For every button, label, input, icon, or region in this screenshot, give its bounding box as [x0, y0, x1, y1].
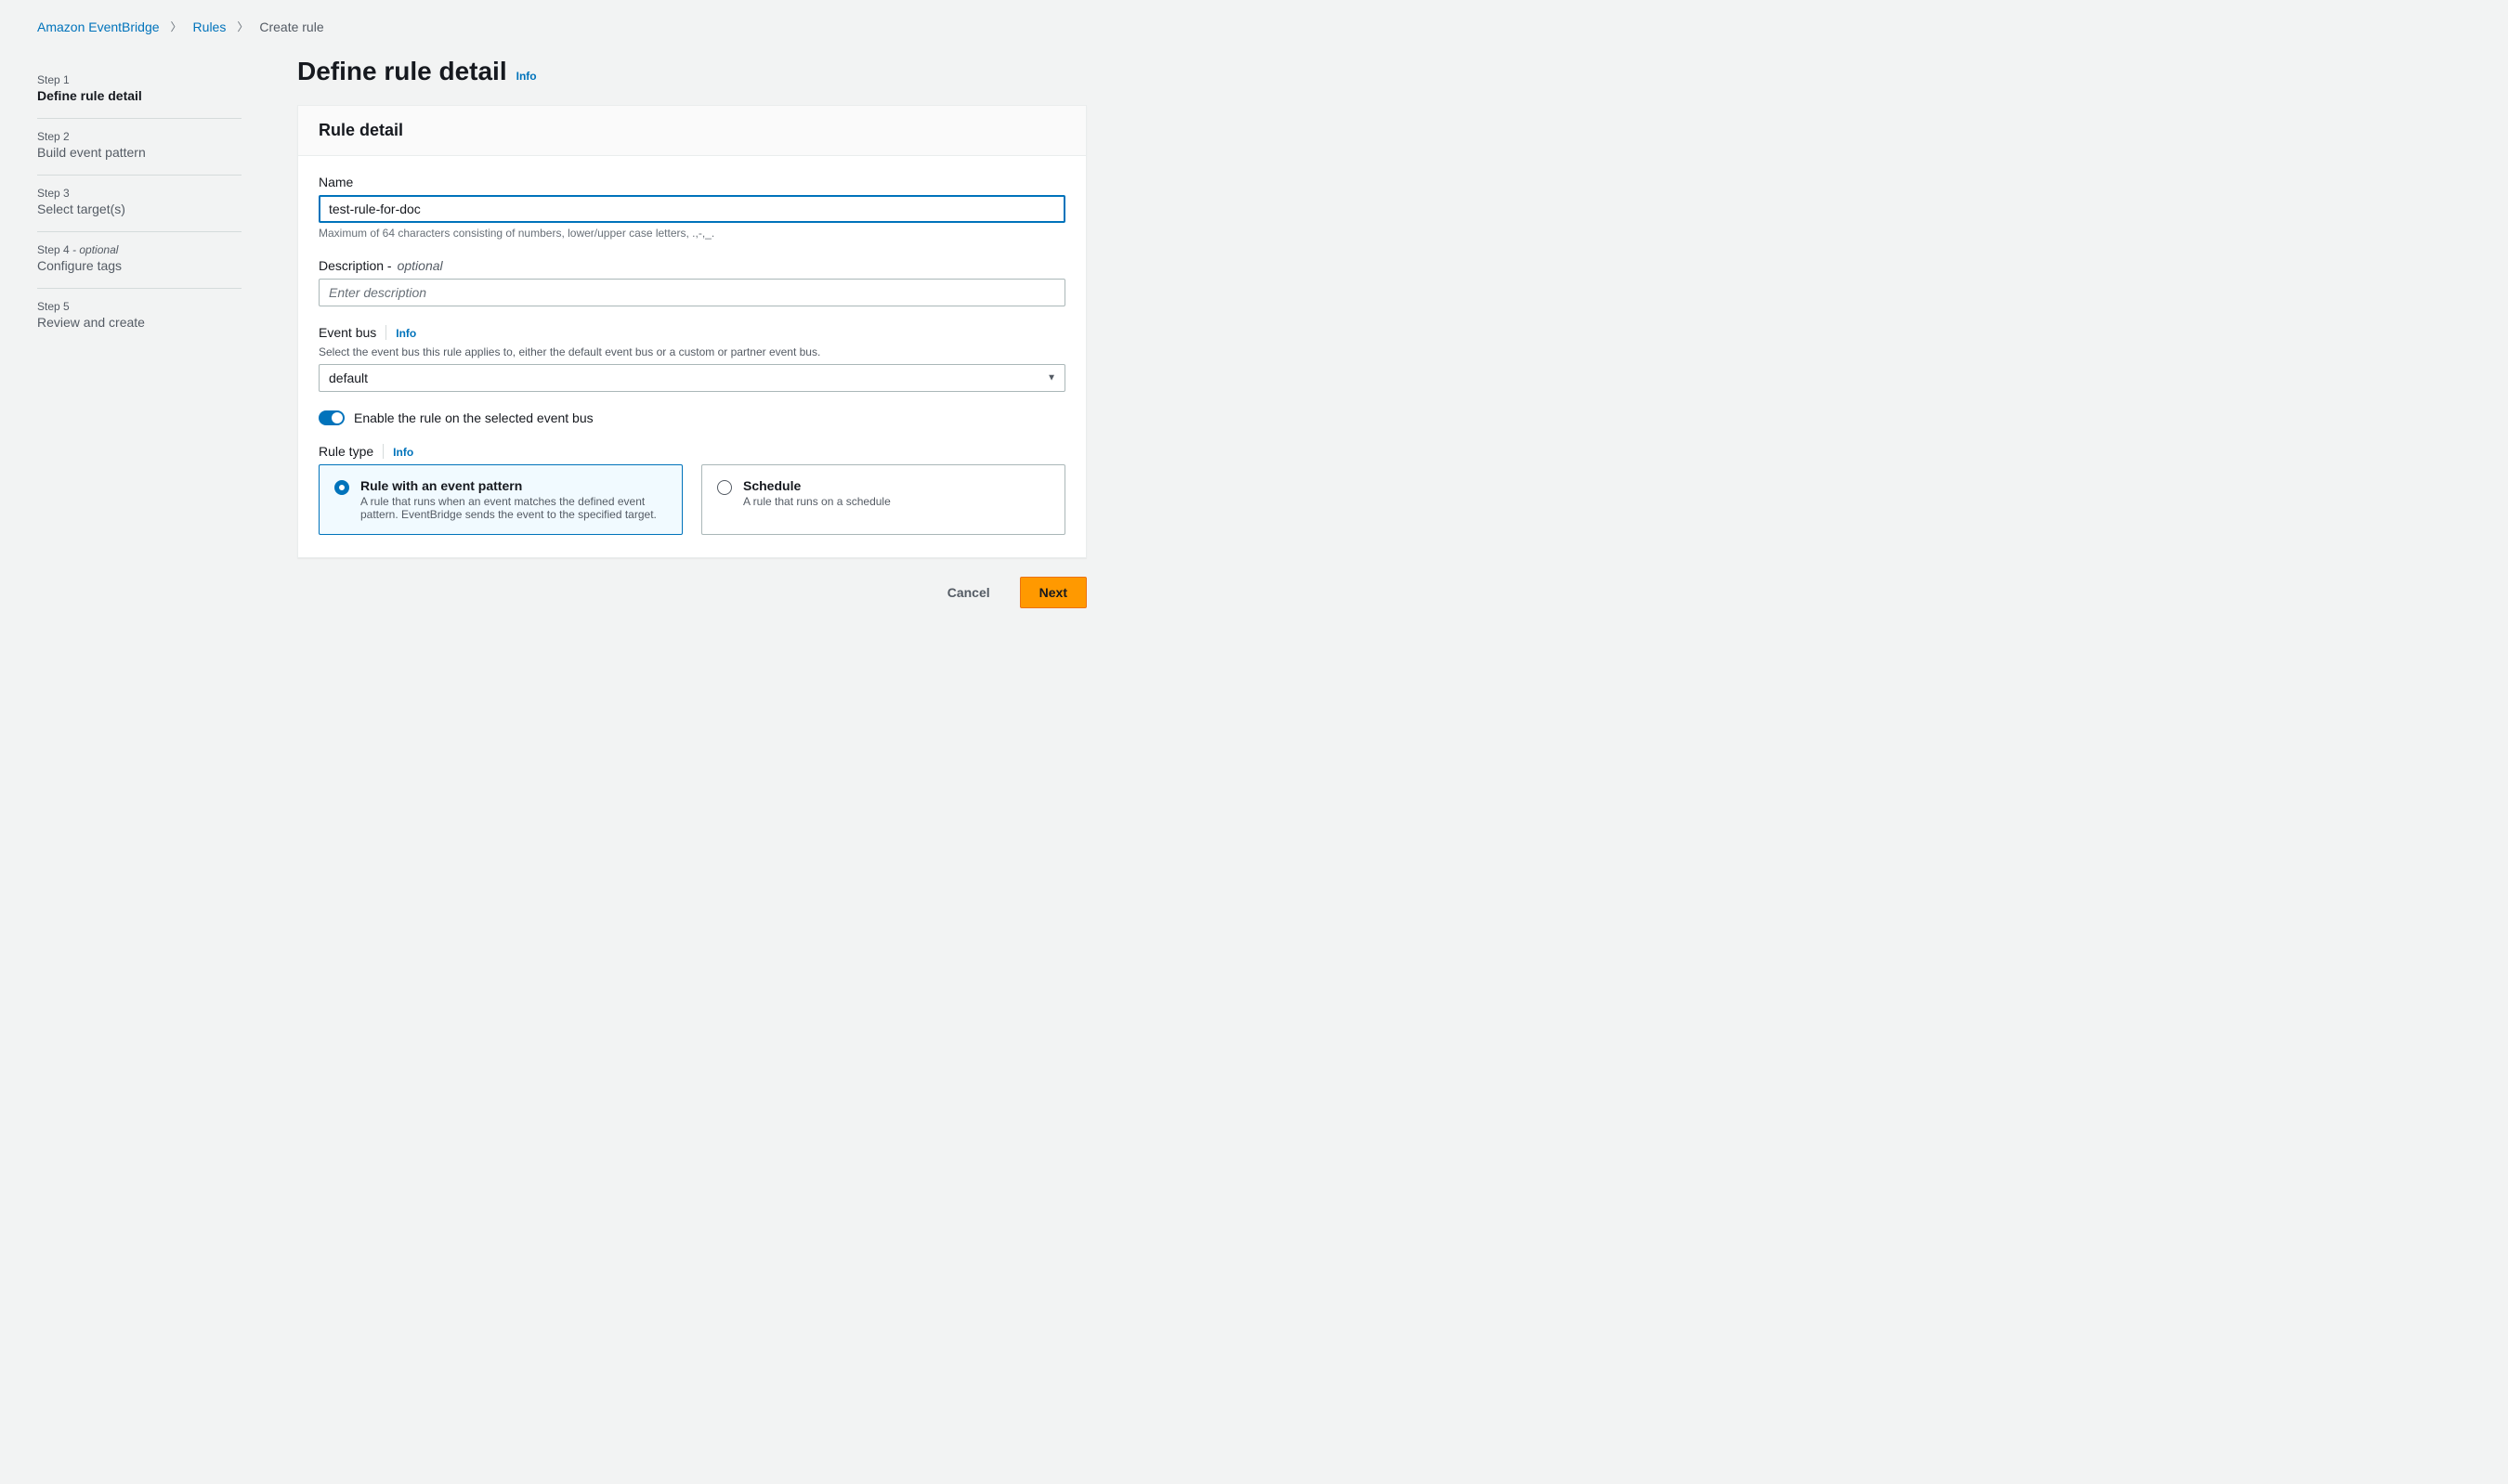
- step-define-rule-detail[interactable]: Step 1 Define rule detail: [37, 62, 242, 119]
- breadcrumb: Amazon EventBridge 〉 Rules 〉 Create rule: [37, 19, 1282, 34]
- ruletype-option-desc: A rule that runs on a schedule: [743, 495, 891, 508]
- breadcrumb-link-rules[interactable]: Rules: [193, 20, 227, 34]
- ruletype-option-title: Schedule: [743, 478, 891, 493]
- wizard-steps: Step 1 Define rule detail Step 2 Build e…: [37, 57, 242, 608]
- panel-heading: Rule detail: [319, 121, 1065, 140]
- step-label: Step 4 - optional: [37, 243, 242, 256]
- name-label: Name: [319, 175, 1065, 189]
- rule-detail-panel: Rule detail Name Maximum of 64 character…: [297, 105, 1087, 558]
- info-link-ruletype[interactable]: Info: [393, 446, 413, 459]
- step-label: Step 1: [37, 73, 242, 86]
- enable-rule-toggle[interactable]: [319, 410, 345, 425]
- cancel-button[interactable]: Cancel: [929, 577, 1009, 608]
- name-hint: Maximum of 64 characters consisting of n…: [319, 227, 1065, 240]
- step-label: Step 5: [37, 300, 242, 313]
- radio-icon: [334, 480, 349, 495]
- step-select-targets[interactable]: Step 3 Select target(s): [37, 176, 242, 232]
- ruletype-option-desc: A rule that runs when an event matches t…: [360, 495, 667, 521]
- eventbus-desc: Select the event bus this rule applies t…: [319, 345, 1065, 358]
- step-title: Review and create: [37, 315, 242, 330]
- step-review-and-create[interactable]: Step 5 Review and create: [37, 289, 242, 345]
- description-input[interactable]: [319, 279, 1065, 306]
- next-button[interactable]: Next: [1020, 577, 1087, 608]
- name-input[interactable]: [319, 195, 1065, 223]
- step-configure-tags[interactable]: Step 4 - optional Configure tags: [37, 232, 242, 289]
- step-title: Configure tags: [37, 258, 242, 273]
- info-link-eventbus[interactable]: Info: [396, 327, 416, 340]
- description-label: Description - optional: [319, 258, 1065, 273]
- chevron-right-icon: 〉: [171, 19, 182, 34]
- step-build-event-pattern[interactable]: Step 2 Build event pattern: [37, 119, 242, 176]
- eventbus-select[interactable]: default: [319, 364, 1065, 392]
- ruletype-label: Rule type Info: [319, 444, 1065, 459]
- page-title: Define rule detail: [297, 57, 507, 86]
- enable-rule-label: Enable the rule on the selected event bu…: [354, 410, 594, 425]
- chevron-right-icon: 〉: [237, 19, 248, 34]
- radio-icon: [717, 480, 732, 495]
- step-title: Build event pattern: [37, 145, 242, 160]
- breadcrumb-current: Create rule: [259, 20, 323, 34]
- step-title: Define rule detail: [37, 88, 242, 103]
- ruletype-option-title: Rule with an event pattern: [360, 478, 667, 493]
- ruletype-option-event-pattern[interactable]: Rule with an event pattern A rule that r…: [319, 464, 683, 535]
- eventbus-label: Event bus Info: [319, 325, 1065, 340]
- ruletype-option-schedule[interactable]: Schedule A rule that runs on a schedule: [701, 464, 1065, 535]
- info-link-page[interactable]: Info: [516, 70, 537, 83]
- step-label: Step 2: [37, 130, 242, 143]
- breadcrumb-link-eventbridge[interactable]: Amazon EventBridge: [37, 20, 160, 34]
- step-label: Step 3: [37, 187, 242, 200]
- step-title: Select target(s): [37, 202, 242, 216]
